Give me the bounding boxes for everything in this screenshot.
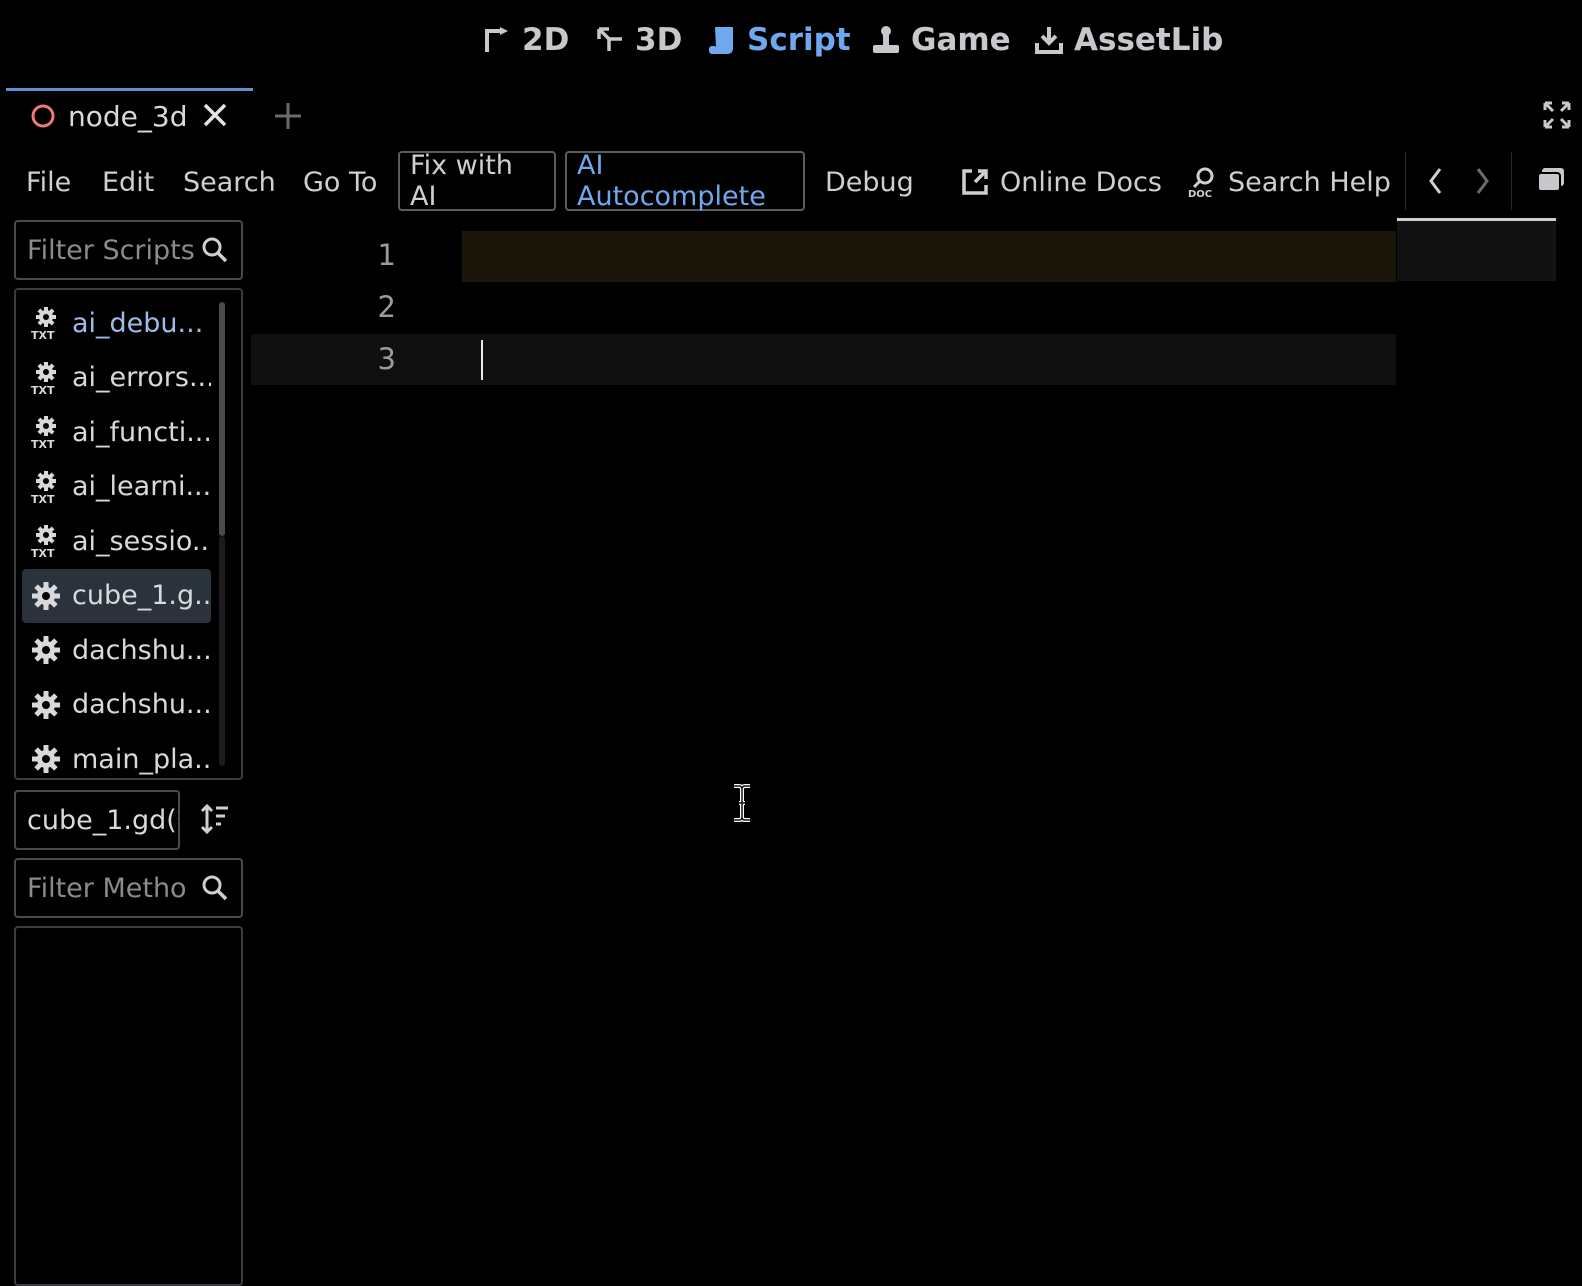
workspace-script[interactable]: Script bbox=[707, 18, 851, 62]
2d-icon bbox=[485, 27, 508, 52]
method-list[interactable] bbox=[14, 926, 243, 1286]
script-list-item-label: ai_learni... bbox=[72, 471, 211, 502]
chevron-left-icon[interactable] bbox=[1426, 166, 1444, 196]
gear-icon bbox=[26, 635, 66, 665]
filter-methods-placeholder: Filter Metho bbox=[27, 872, 187, 904]
script-list-item[interactable]: TXT ai_sessio... bbox=[22, 514, 211, 568]
script-icon bbox=[709, 27, 733, 54]
svg-text:TXT: TXT bbox=[31, 493, 55, 504]
text-file-icon: TXT bbox=[26, 361, 66, 395]
gear-icon bbox=[26, 581, 66, 611]
script-list-item[interactable]: dachshu... bbox=[22, 623, 211, 677]
text-file-icon: TXT bbox=[26, 524, 66, 558]
script-list-item-label: cube_1.g... bbox=[72, 580, 211, 611]
menu-search[interactable]: Search bbox=[183, 158, 276, 206]
code-editor[interactable] bbox=[251, 222, 1396, 1276]
script-list-item-label: dachshu... bbox=[72, 634, 211, 666]
filter-scripts-input[interactable]: Filter Scripts bbox=[14, 220, 243, 280]
game-icon bbox=[873, 26, 899, 53]
workspace-game-label: Game bbox=[911, 22, 1011, 58]
3d-icon bbox=[597, 27, 622, 51]
svg-text:TXT: TXT bbox=[31, 438, 55, 449]
svg-text:TXT: TXT bbox=[31, 384, 55, 395]
filter-scripts-placeholder: Filter Scripts bbox=[27, 234, 195, 266]
menu-file[interactable]: File bbox=[26, 158, 71, 206]
script-list-item[interactable]: main_pla... bbox=[22, 732, 211, 786]
workspace-game[interactable]: Game bbox=[871, 18, 1011, 62]
menu-debug[interactable]: Debug bbox=[825, 158, 914, 206]
minimap[interactable] bbox=[1397, 218, 1556, 281]
current-script-label: cube_1.gd(* bbox=[27, 804, 180, 836]
svg-text:DOC: DOC bbox=[1188, 189, 1212, 198]
script-list-item-label: ai_debu... bbox=[72, 307, 204, 339]
script-list-item-label: dachshu... bbox=[72, 689, 211, 720]
script-list-item-label: main_pla... bbox=[72, 743, 211, 775]
workspace-3d[interactable]: 3D bbox=[595, 18, 682, 62]
assetlib-icon bbox=[1035, 27, 1063, 54]
scene-tab-label: node_3d bbox=[68, 99, 188, 133]
workspace-2d-label: 2D bbox=[522, 22, 570, 58]
workspace-3d-label: 3D bbox=[635, 22, 683, 58]
fix-with-ai-button[interactable]: Fix with AI bbox=[398, 150, 556, 212]
external-link-icon bbox=[962, 169, 988, 195]
scene-tab-indicator bbox=[6, 88, 253, 91]
script-list-item-label: ai_errors... bbox=[72, 362, 211, 393]
script-list-item[interactable]: TXT ai_debu... bbox=[22, 296, 211, 350]
script-list-scrollbar[interactable] bbox=[219, 302, 225, 536]
node3d-circle-icon bbox=[31, 104, 55, 128]
search-help-label: Search Help bbox=[1228, 166, 1391, 198]
window-icon[interactable] bbox=[1536, 166, 1566, 194]
sort-icon[interactable] bbox=[199, 803, 231, 835]
search-help-button[interactable]: DOC Search Help bbox=[1187, 158, 1391, 206]
online-docs-label: Online Docs bbox=[1000, 166, 1162, 198]
script-list-item[interactable]: cube_1.g... bbox=[22, 568, 211, 623]
close-tab-icon[interactable] bbox=[202, 102, 228, 128]
text-file-icon: TXT bbox=[26, 470, 66, 504]
gear-icon bbox=[26, 744, 66, 774]
svg-text:TXT: TXT bbox=[31, 547, 55, 558]
add-tab-icon[interactable] bbox=[273, 101, 303, 131]
ai-autocomplete-button[interactable]: AI Autocomplete bbox=[565, 150, 805, 212]
text-file-icon: TXT bbox=[26, 306, 66, 340]
workspace-2d[interactable]: 2D bbox=[482, 18, 569, 62]
script-list-item[interactable]: TXT ai_functi... bbox=[22, 405, 211, 459]
script-list-item[interactable]: TXT ai_errors... bbox=[22, 351, 211, 405]
filter-methods-input[interactable]: Filter Metho bbox=[14, 858, 243, 918]
script-list-item-label: ai_functi... bbox=[72, 416, 211, 448]
workspace-assetlib[interactable]: AssetLib bbox=[1034, 18, 1223, 62]
search-icon bbox=[202, 875, 228, 901]
search-icon bbox=[202, 237, 228, 263]
script-list-item[interactable]: dachshu... bbox=[22, 678, 211, 732]
script-list-item[interactable]: TXT ai_learni... bbox=[22, 460, 211, 514]
chevron-right-icon[interactable] bbox=[1474, 166, 1492, 196]
menu-edit[interactable]: Edit bbox=[102, 158, 154, 206]
workspace-assetlib-label: AssetLib bbox=[1074, 22, 1224, 58]
menu-separator-2 bbox=[1511, 152, 1512, 210]
distraction-free-icon[interactable] bbox=[1542, 100, 1572, 130]
menu-goto[interactable]: Go To bbox=[303, 158, 377, 206]
text-file-icon: TXT bbox=[26, 415, 66, 449]
script-list-item-label: ai_sessio... bbox=[72, 525, 211, 557]
current-script-field[interactable]: cube_1.gd(* bbox=[14, 790, 180, 850]
online-docs-button[interactable]: Online Docs bbox=[960, 158, 1162, 206]
workspace-script-label: Script bbox=[747, 22, 851, 58]
gear-icon bbox=[26, 690, 66, 720]
doc-search-icon: DOC bbox=[1188, 167, 1214, 198]
script-list-scroll-track bbox=[219, 536, 225, 766]
svg-text:TXT: TXT bbox=[31, 329, 55, 340]
menu-separator bbox=[1405, 152, 1406, 210]
scene-tab[interactable]: node_3d bbox=[30, 96, 187, 136]
ibeam-cursor-icon bbox=[734, 784, 750, 822]
